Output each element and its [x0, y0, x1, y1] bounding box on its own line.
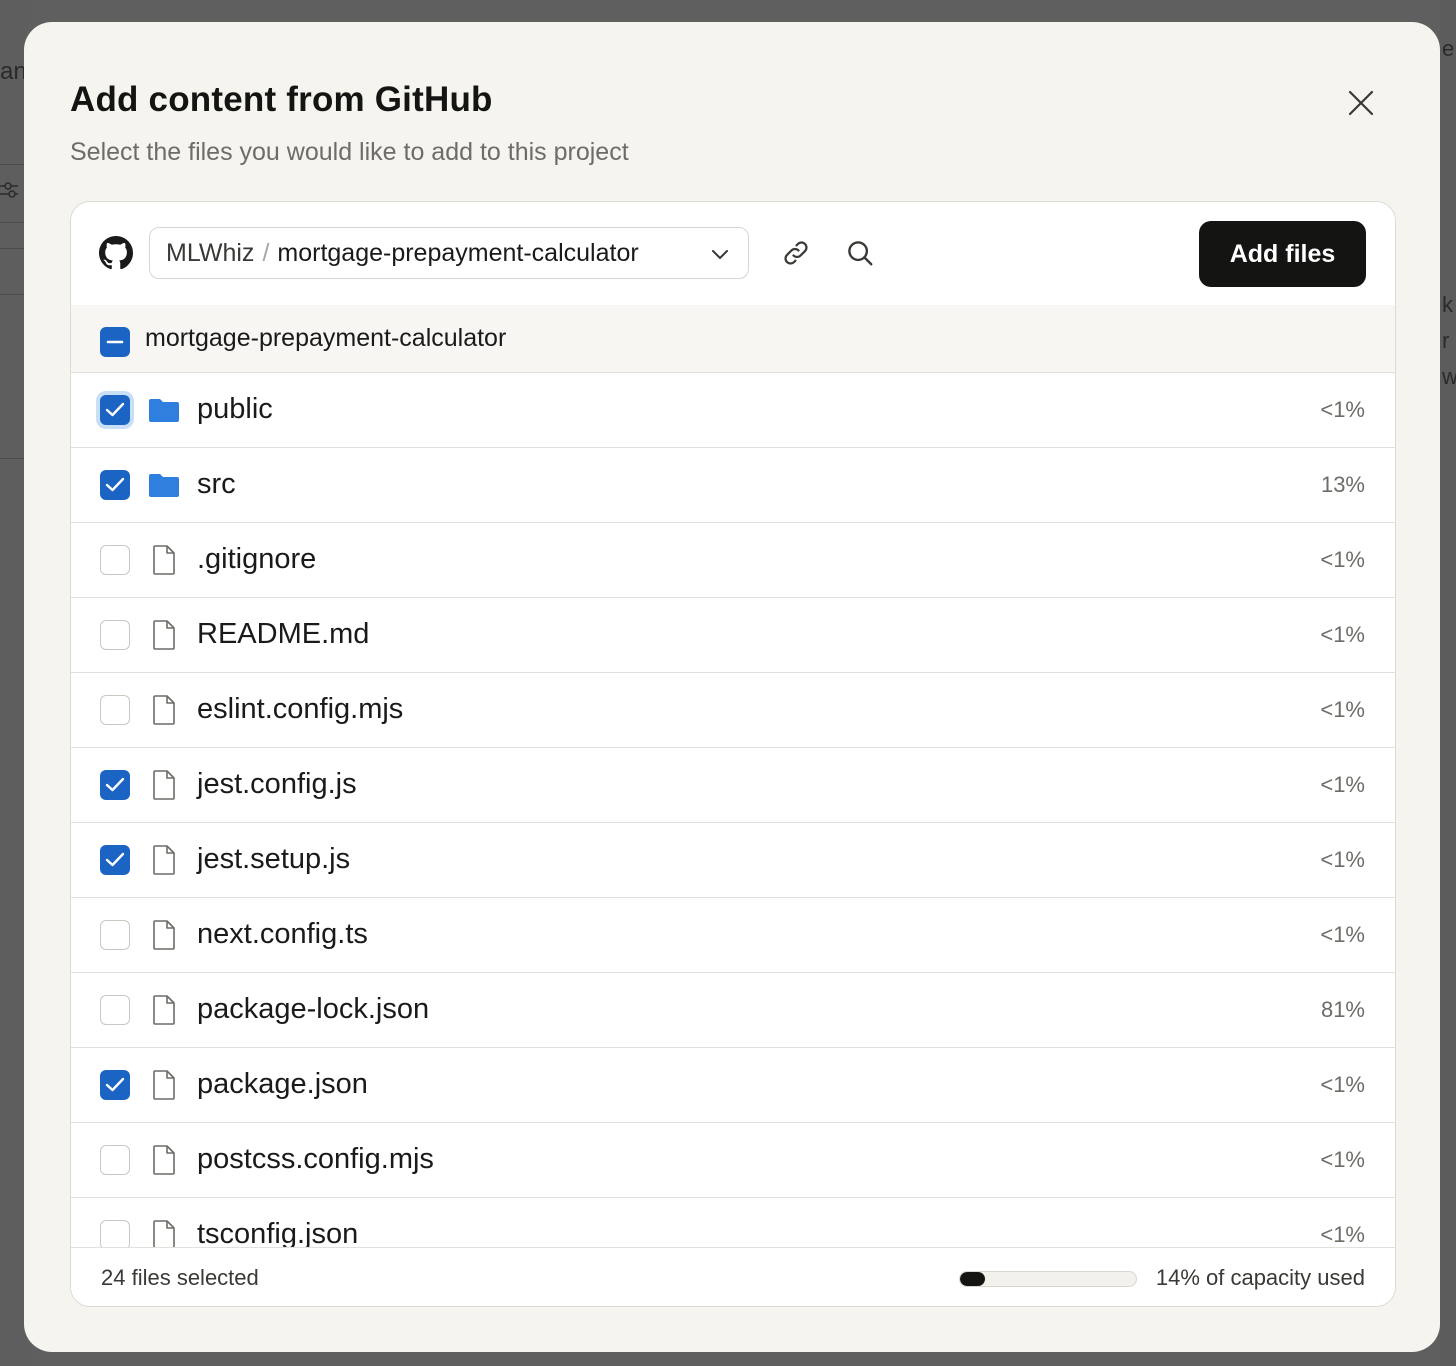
file-row[interactable]: postcss.config.mjs <1%: [71, 1123, 1395, 1198]
file-icon: [147, 993, 181, 1027]
search-icon[interactable]: [845, 238, 875, 268]
checkmark-icon: [105, 852, 125, 867]
item-name: eslint.config.mjs: [197, 693, 404, 725]
chevron-down-icon: [712, 250, 728, 259]
file-row[interactable]: next.config.ts <1%: [71, 898, 1395, 973]
file-icon: [147, 1068, 181, 1102]
checkmark-icon: [105, 777, 125, 792]
file-row[interactable]: package-lock.json 81%: [71, 973, 1395, 1048]
checkmark-icon: [105, 402, 125, 417]
item-capacity-percent: 13%: [1320, 472, 1365, 497]
dialog-title: Add content from GitHub: [70, 80, 493, 119]
item-capacity-percent: <1%: [1320, 772, 1365, 797]
link-icon[interactable]: [781, 238, 811, 268]
row-checkbox[interactable]: [100, 395, 130, 425]
item-name: README.md: [197, 618, 370, 650]
selection-footer: 24 files selected 14% of capacity used: [71, 1247, 1395, 1306]
item-capacity-percent: <1%: [1320, 397, 1365, 422]
item-name: package-lock.json: [197, 993, 430, 1025]
add-content-dialog: Add content from GitHub Select the files…: [24, 22, 1440, 1352]
checkmark-icon: [105, 477, 125, 492]
github-icon: [99, 236, 133, 270]
item-capacity-percent: <1%: [1320, 1072, 1365, 1097]
file-row[interactable]: tsconfig.json <1%: [71, 1198, 1395, 1247]
file-row[interactable]: jest.config.js <1%: [71, 748, 1395, 823]
repo-owner: MLWhiz: [166, 238, 255, 267]
file-icon: [147, 918, 181, 952]
file-row[interactable]: .gitignore <1%: [71, 523, 1395, 598]
folder-icon: [147, 468, 181, 502]
file-icon: [147, 1218, 181, 1247]
file-row[interactable]: jest.setup.js <1%: [71, 823, 1395, 898]
repo-selector[interactable]: MLWhiz / mortgage-prepayment-calculator: [149, 227, 749, 279]
capacity-bar: [959, 1271, 1137, 1287]
item-name: src: [197, 468, 236, 500]
capacity-bar-fill: [960, 1272, 985, 1286]
row-checkbox[interactable]: [100, 920, 130, 950]
row-checkbox[interactable]: [100, 695, 130, 725]
repo-separator: /: [262, 238, 270, 267]
file-icon: [147, 693, 181, 727]
row-checkbox[interactable]: [100, 470, 130, 500]
item-capacity-percent: <1%: [1320, 1147, 1365, 1172]
row-checkbox[interactable]: [100, 845, 130, 875]
item-name: jest.config.js: [197, 768, 357, 800]
indeterminate-icon: [106, 340, 124, 344]
file-icon: [147, 768, 181, 802]
item-name: tsconfig.json: [197, 1218, 359, 1247]
folder-row[interactable]: src 13%: [71, 448, 1395, 523]
add-files-button[interactable]: Add files: [1199, 221, 1366, 287]
item-name: public: [197, 393, 273, 425]
row-checkbox[interactable]: [100, 545, 130, 575]
item-name: next.config.ts: [197, 918, 368, 950]
toolbar: MLWhiz / mortgage-prepayment-calculator …: [71, 202, 1395, 306]
item-capacity-percent: <1%: [1320, 622, 1365, 647]
item-capacity-percent: 81%: [1320, 997, 1365, 1022]
row-checkbox[interactable]: [100, 620, 130, 650]
row-checkbox[interactable]: [100, 995, 130, 1025]
file-picker-panel: MLWhiz / mortgage-prepayment-calculator …: [70, 201, 1396, 1307]
background-text: w: [1442, 364, 1456, 389]
background-app-left: an: [0, 0, 27, 1366]
background-text: k: [1442, 292, 1453, 317]
row-checkbox[interactable]: [100, 1145, 130, 1175]
background-app-right: e k r w: [1440, 0, 1456, 1366]
file-row[interactable]: package.json <1%: [71, 1048, 1395, 1123]
item-capacity-percent: <1%: [1320, 847, 1365, 872]
file-icon: [147, 843, 181, 877]
item-name: jest.setup.js: [197, 843, 351, 875]
row-checkbox[interactable]: [100, 770, 130, 800]
file-list: public <1% src 13% .gitignore <1% README.md <1%…: [71, 373, 1395, 1247]
close-icon: [1348, 90, 1374, 116]
item-capacity-percent: <1%: [1320, 922, 1365, 947]
root-checkbox[interactable]: [100, 327, 130, 357]
close-button[interactable]: [1340, 82, 1382, 124]
sliders-icon: [0, 182, 18, 198]
folder-row[interactable]: public <1%: [71, 373, 1395, 448]
item-name: postcss.config.mjs: [197, 1143, 434, 1175]
item-capacity-percent: <1%: [1320, 547, 1365, 572]
item-name: package.json: [197, 1068, 368, 1100]
folder-icon: [147, 393, 181, 427]
files-selected-count: 24 files selected: [101, 1265, 259, 1290]
file-icon: [147, 543, 181, 577]
file-icon: [147, 1143, 181, 1177]
file-icon: [147, 618, 181, 652]
file-row[interactable]: eslint.config.mjs <1%: [71, 673, 1395, 748]
dialog-subtitle: Select the files you would like to add t…: [70, 138, 629, 166]
checkmark-icon: [105, 1077, 125, 1092]
background-text: an: [0, 58, 27, 85]
root-folder-row[interactable]: mortgage-prepayment-calculator: [71, 305, 1395, 373]
repo-name: mortgage-prepayment-calculator: [277, 238, 639, 267]
file-row[interactable]: README.md <1%: [71, 598, 1395, 673]
item-capacity-percent: <1%: [1320, 697, 1365, 722]
item-capacity-percent: <1%: [1320, 1222, 1365, 1247]
root-folder-label: mortgage-prepayment-calculator: [145, 324, 507, 352]
background-text: r: [1442, 328, 1450, 353]
row-checkbox[interactable]: [100, 1220, 130, 1247]
row-checkbox[interactable]: [100, 1070, 130, 1100]
background-text: e: [1442, 36, 1455, 61]
capacity-text: 14% of capacity used: [1155, 1265, 1365, 1290]
item-name: .gitignore: [197, 543, 317, 575]
